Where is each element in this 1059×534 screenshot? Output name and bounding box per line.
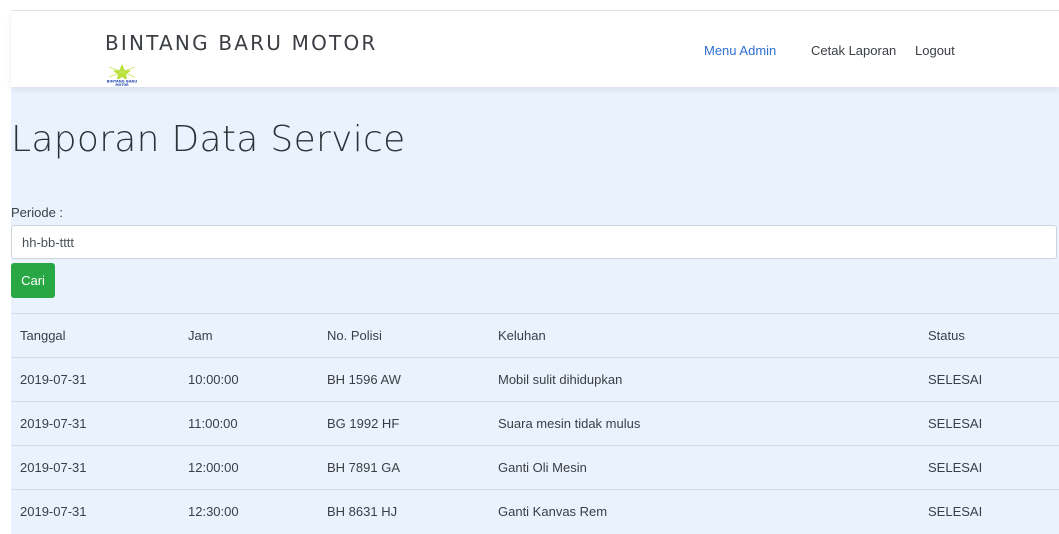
- cell-jam: 12:00:00: [179, 445, 318, 490]
- navbar: BINTANG BARU MOTOR BINTANG BARU MOTOR Me…: [11, 11, 1059, 87]
- cell-no-polisi: BH 7891 GA: [318, 445, 489, 490]
- table-row: 2019-07-31 11:00:00 BG 1992 HF Suara mes…: [11, 401, 1059, 446]
- page-title: Laporan Data Service: [11, 119, 406, 160]
- table-row: 2019-07-31 10:00:00 BH 1596 AW Mobil sul…: [11, 357, 1059, 402]
- periode-date-input[interactable]: [11, 225, 1057, 259]
- nav-link-menu-admin[interactable]: Menu Admin: [704, 43, 776, 58]
- cell-keluhan: Ganti Oli Mesin: [489, 445, 919, 490]
- cell-no-polisi: BG 1992 HF: [318, 401, 489, 446]
- cell-no-polisi: BH 1596 AW: [318, 357, 489, 402]
- column-header: Status: [919, 313, 1059, 358]
- cell-tanggal: 2019-07-31: [11, 357, 179, 402]
- nav-link-cetak-laporan[interactable]: Cetak Laporan: [811, 43, 896, 58]
- column-header: Tanggal: [11, 313, 179, 358]
- table-header-row: Tanggal Jam No. Polisi Keluhan Status: [11, 313, 1059, 358]
- table-row: 2019-07-31 12:30:00 BH 8631 HJ Ganti Kan…: [11, 489, 1059, 534]
- cell-keluhan: Suara mesin tidak mulus: [489, 401, 919, 446]
- main-content: Laporan Data Service Periode : Cari Tang…: [11, 87, 1059, 534]
- search-button[interactable]: Cari: [11, 263, 55, 298]
- cell-keluhan: Mobil sulit dihidupkan: [489, 357, 919, 402]
- nav-link-logout[interactable]: Logout: [915, 43, 955, 58]
- periode-label: Periode :: [11, 205, 64, 220]
- cell-status: SELESAI: [919, 401, 1059, 446]
- cell-tanggal: 2019-07-31: [11, 489, 179, 534]
- nav-links: Menu Admin Cetak Laporan Logout: [11, 43, 1059, 63]
- table-row: 2019-07-31 12:00:00 BH 7891 GA Ganti Oli…: [11, 445, 1059, 490]
- column-header: Jam: [179, 313, 318, 358]
- cell-no-polisi: BH 8631 HJ: [318, 489, 489, 534]
- cell-jam: 12:30:00: [179, 489, 318, 534]
- bintang-baru-logo[interactable]: BINTANG BARU MOTOR: [104, 63, 140, 87]
- cell-status: SELESAI: [919, 357, 1059, 402]
- cell-jam: 10:00:00: [179, 357, 318, 402]
- cell-tanggal: 2019-07-31: [11, 445, 179, 490]
- cell-tanggal: 2019-07-31: [11, 401, 179, 446]
- column-header: Keluhan: [489, 313, 919, 358]
- cell-status: SELESAI: [919, 445, 1059, 490]
- column-header: No. Polisi: [318, 313, 489, 358]
- cell-keluhan: Ganti Kanvas Rem: [489, 489, 919, 534]
- service-report-table: Tanggal Jam No. Polisi Keluhan Status 20…: [11, 313, 1059, 534]
- svg-text:MOTOR: MOTOR: [115, 83, 129, 87]
- cell-jam: 11:00:00: [179, 401, 318, 446]
- cell-status: SELESAI: [919, 489, 1059, 534]
